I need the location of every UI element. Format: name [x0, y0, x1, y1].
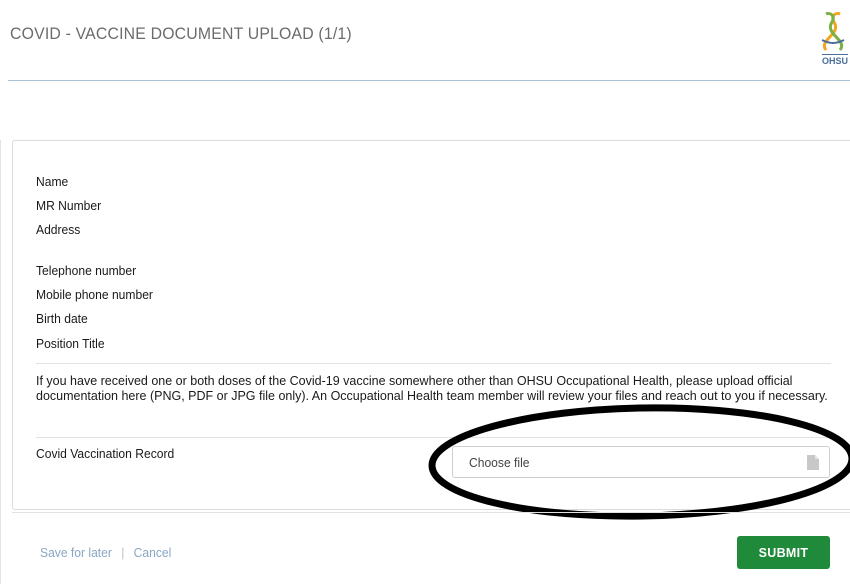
- footer-separator: |: [121, 545, 125, 560]
- field-address-label: Address: [36, 222, 81, 237]
- file-icon: [807, 455, 819, 470]
- field-mr-number-label: MR Number: [36, 198, 102, 213]
- header-divider: [8, 80, 850, 81]
- cancel-link[interactable]: Cancel: [134, 545, 172, 560]
- footer-divider: [12, 512, 850, 513]
- footer-links: Save for later | Cancel: [40, 545, 171, 560]
- upload-label: Covid Vaccination Record: [36, 446, 175, 461]
- field-telephone-label: Telephone number: [36, 263, 137, 278]
- file-upload-placeholder: Choose file: [469, 455, 530, 470]
- logo-text: OHSU: [822, 54, 849, 66]
- page-title: COVID - VACCINE DOCUMENT UPLOAD (1/1): [10, 24, 352, 43]
- field-position-title-label: Position Title: [36, 336, 105, 351]
- upload-instructions: If you have received one or both doses o…: [36, 374, 828, 403]
- section-divider: [36, 437, 831, 438]
- field-name-label: Name: [36, 174, 69, 189]
- save-for-later-link[interactable]: Save for later: [40, 545, 112, 560]
- field-birth-date-label: Birth date: [36, 311, 88, 326]
- file-upload-input[interactable]: Choose file: [452, 446, 830, 478]
- field-mobile-label: Mobile phone number: [36, 287, 153, 302]
- side-divider: [0, 140, 1, 584]
- section-divider: [36, 363, 831, 364]
- page-header: COVID - VACCINE DOCUMENT UPLOAD (1/1) OH…: [0, 0, 850, 80]
- submit-button[interactable]: SUBMIT: [737, 536, 830, 569]
